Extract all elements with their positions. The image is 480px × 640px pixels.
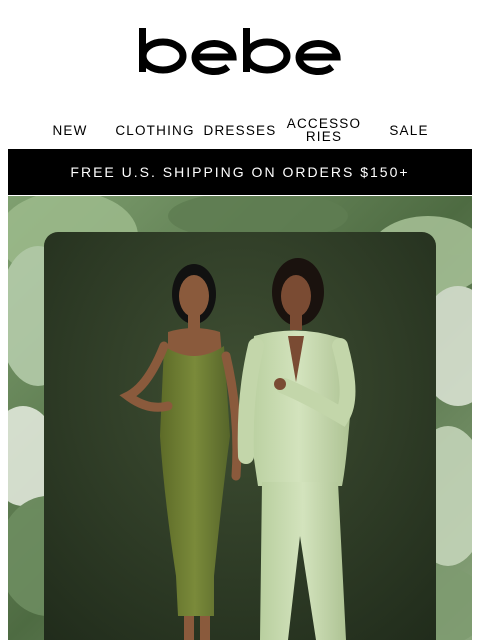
free-shipping-text: FREE U.S. SHIPPING ON ORDERS $150+ [70,164,410,180]
free-shipping-banner[interactable]: FREE U.S. SHIPPING ON ORDERS $150+ [8,149,472,195]
hero-photo [8,196,472,640]
nav-item-clothing[interactable]: CLOTHING [114,112,196,148]
hero-image[interactable] [8,196,472,640]
nav-item-accessories[interactable]: ACCESSORIES [282,112,366,148]
bebe-logo[interactable] [0,28,480,98]
nav-item-sale[interactable]: SALE [384,112,434,148]
bebe-wordmark [139,28,341,75]
main-nav: NEW CLOTHING DRESSES ACCESSORIES SALE [8,112,472,148]
nav-item-dresses[interactable]: DRESSES [202,112,278,148]
nav-item-new[interactable]: NEW [46,112,94,148]
